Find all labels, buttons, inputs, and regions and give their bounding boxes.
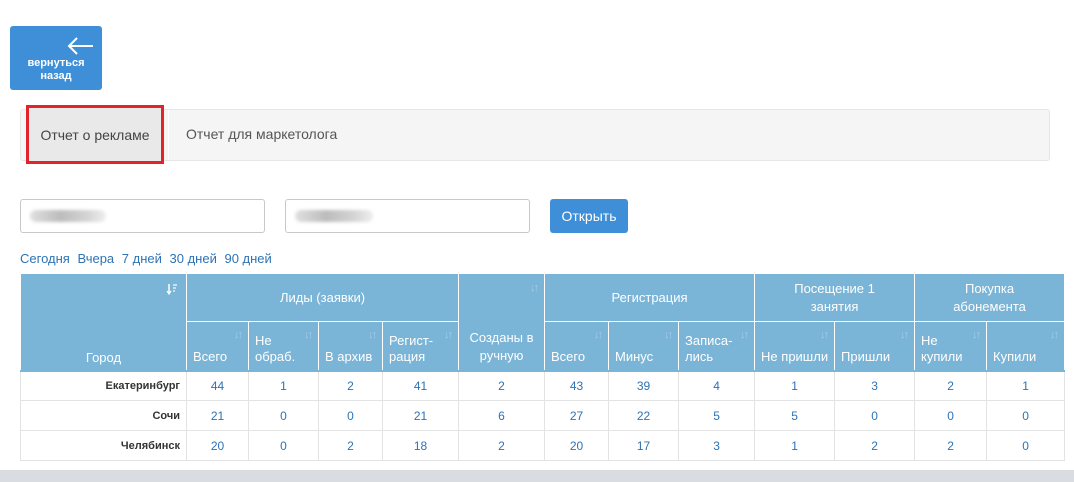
col-leads-total[interactable]: ↓↑ Всего (186, 321, 249, 371)
value-cell[interactable]: 5 (754, 400, 836, 431)
redacted-value (30, 210, 106, 222)
col-reg-minus[interactable]: ↓↑ Минус (608, 321, 680, 371)
col-leads-archive[interactable]: ↓↑ В архив (318, 321, 383, 371)
sort-icon: ↓↑ (530, 282, 539, 294)
value-cell[interactable]: 39 (608, 369, 680, 401)
value-cell[interactable]: 1 (754, 430, 836, 461)
value-cell[interactable]: 4 (678, 369, 756, 401)
table-row: Екатеринбург 44 1 2 41 2 43 39 4 1 3 2 1 (20, 369, 1066, 401)
col-visit-yes[interactable]: ↓↑ Пришли (834, 321, 916, 371)
back-button[interactable]: вернуться назад (10, 26, 102, 90)
value-cell[interactable]: 21 (381, 400, 460, 431)
date-from-input[interactable] (20, 199, 265, 233)
city-cell: Челябинск (20, 430, 187, 461)
redacted-value (295, 210, 373, 222)
value-cell[interactable]: 0 (986, 400, 1066, 431)
horizontal-scrollbar[interactable] (0, 470, 1074, 482)
col-reg-booked[interactable]: ↓↑ Записа-лись (678, 321, 756, 371)
sort-icon: ↓↑ (740, 329, 749, 341)
col-buy-yes[interactable]: ↓↑ Купили (986, 321, 1066, 371)
tabs-bar (20, 109, 1050, 161)
range-90-days[interactable]: 90 дней (224, 251, 271, 266)
value-cell[interactable]: 22 (608, 400, 680, 431)
value-cell[interactable]: 2 (458, 369, 546, 401)
value-cell[interactable]: 0 (834, 400, 916, 431)
value-cell[interactable]: 0 (248, 400, 319, 431)
range-yesterday[interactable]: Вчера (77, 251, 114, 266)
sort-icon: ↓↑ (820, 329, 829, 341)
col-buy-no[interactable]: ↓↑ Не купили (914, 321, 988, 371)
value-cell[interactable]: 2 (914, 430, 988, 461)
value-cell[interactable]: 5 (678, 400, 756, 431)
group-leads: Лиды (заявки) (185, 273, 460, 322)
tab-ad-report[interactable]: Отчет о рекламе (26, 105, 164, 164)
value-cell[interactable]: 2 (914, 369, 988, 401)
sort-icon: ↓↑ (444, 329, 453, 341)
value-cell[interactable]: 0 (914, 400, 988, 431)
col-visit-no[interactable]: ↓↑ Не пришли (754, 321, 836, 371)
value-cell[interactable]: 20 (186, 430, 249, 461)
group-registration: Регистрация (544, 273, 756, 322)
value-cell[interactable]: 0 (318, 400, 383, 431)
group-visit: Посещение 1 занятия (754, 273, 916, 322)
back-button-label: вернуться назад (27, 57, 85, 82)
col-manual[interactable]: ↓↑ Созданы в ручную (458, 273, 546, 371)
value-cell[interactable]: 2 (318, 369, 383, 401)
value-cell[interactable]: 0 (248, 430, 319, 461)
city-cell: Сочи (20, 400, 187, 431)
value-cell[interactable]: 3 (678, 430, 756, 461)
report-table: Город Лиды (заявки) ↓↑ Созданы в ручную … (20, 273, 1066, 461)
sort-icon: ↓↑ (1050, 329, 1059, 341)
range-today[interactable]: Сегодня (20, 251, 70, 266)
value-cell[interactable]: 43 (544, 369, 610, 401)
sort-icon: ↓↑ (664, 329, 673, 341)
tab-marketer-report[interactable]: Отчет для маркетолога (186, 126, 337, 142)
value-cell[interactable]: 2 (318, 430, 383, 461)
value-cell[interactable]: 27 (544, 400, 610, 431)
sort-icon: ↓↑ (368, 329, 377, 341)
open-button[interactable]: Открыть (550, 199, 628, 233)
value-cell[interactable]: 0 (986, 430, 1066, 461)
value-cell[interactable]: 3 (834, 369, 916, 401)
col-reg-total[interactable]: ↓↑ Всего (544, 321, 610, 371)
value-cell[interactable]: 2 (834, 430, 916, 461)
sort-icon: ↓↑ (900, 329, 909, 341)
quick-ranges: Сегодня Вчера 7 дней 30 дней 90 дней (20, 251, 276, 266)
value-cell[interactable]: 17 (608, 430, 680, 461)
col-city-label: Город (85, 349, 122, 365)
sort-icon: ↓↑ (972, 329, 981, 341)
value-cell[interactable]: 1 (248, 369, 319, 401)
value-cell[interactable]: 1 (754, 369, 836, 401)
table-row: Челябинск 20 0 2 18 2 20 17 3 1 2 2 0 (20, 430, 1066, 461)
col-leads-unprocessed[interactable]: ↓↑ Не обраб. (248, 321, 319, 371)
value-cell[interactable]: 20 (544, 430, 610, 461)
table-row: Сочи 21 0 0 21 6 27 22 5 5 0 0 0 (20, 400, 1066, 431)
value-cell[interactable]: 18 (381, 430, 460, 461)
city-cell: Екатеринбург (20, 369, 187, 401)
sort-desc-icon (166, 284, 177, 295)
value-cell[interactable]: 21 (186, 400, 249, 431)
value-cell[interactable]: 44 (186, 369, 249, 401)
value-cell[interactable]: 1 (986, 369, 1066, 401)
value-cell[interactable]: 2 (458, 430, 546, 461)
date-to-input[interactable] (285, 199, 530, 233)
sort-icon: ↓↑ (234, 329, 243, 341)
col-leads-registration[interactable]: ↓↑ Регист-рация (381, 321, 460, 371)
value-cell[interactable]: 6 (458, 400, 546, 431)
col-city[interactable]: Город (20, 273, 187, 371)
sort-icon: ↓↑ (594, 329, 603, 341)
value-cell[interactable]: 41 (381, 369, 460, 401)
range-7-days[interactable]: 7 дней (122, 251, 162, 266)
range-30-days[interactable]: 30 дней (170, 251, 217, 266)
sort-icon: ↓↑ (304, 329, 313, 341)
group-purchase: Покупка абонемента (914, 273, 1066, 322)
